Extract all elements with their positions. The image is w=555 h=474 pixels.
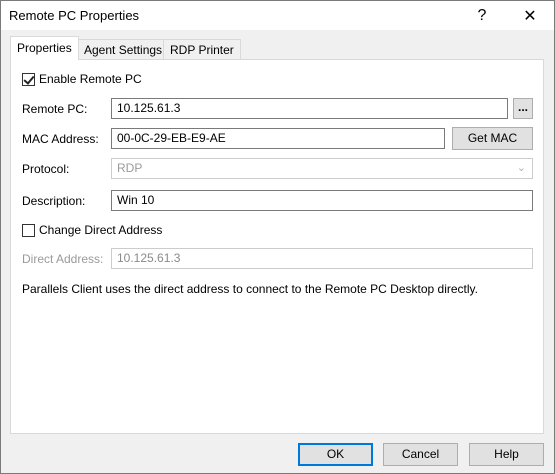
title-bar[interactable]: Remote PC Properties ? ✕ xyxy=(1,1,554,30)
enable-remote-pc-row[interactable]: Enable Remote PC xyxy=(22,72,142,86)
close-icon[interactable]: ✕ xyxy=(507,1,553,30)
protocol-value: RDP xyxy=(117,161,143,175)
tab-agent-settings[interactable]: Agent Settings xyxy=(77,39,170,59)
direct-address-info-text: Parallels Client uses the direct address… xyxy=(22,282,478,296)
cancel-button[interactable]: Cancel xyxy=(383,443,458,466)
get-mac-button[interactable]: Get MAC xyxy=(452,127,533,150)
change-direct-address-label: Change Direct Address xyxy=(39,223,163,237)
tab-properties[interactable]: Properties xyxy=(10,36,79,60)
description-label: Description: xyxy=(22,194,86,208)
remote-pc-input[interactable]: 10.125.61.3 xyxy=(111,98,508,119)
chevron-down-icon: ⌄ xyxy=(516,162,526,174)
help-button[interactable]: Help xyxy=(469,443,544,466)
direct-address-label: Direct Address: xyxy=(22,252,104,266)
enable-remote-pc-checkbox[interactable] xyxy=(22,72,35,86)
protocol-select: RDP ⌄ xyxy=(111,158,533,179)
browse-button[interactable]: ... xyxy=(513,98,533,119)
dialog-window: Remote PC Properties ? ✕ Properties Agen… xyxy=(0,0,555,474)
change-direct-address-checkbox[interactable] xyxy=(22,223,35,237)
ok-button[interactable]: OK xyxy=(298,443,373,466)
remote-pc-label: Remote PC: xyxy=(22,102,88,116)
mac-address-input[interactable]: 00-0C-29-EB-E9-AE xyxy=(111,128,445,149)
help-icon[interactable]: ? xyxy=(459,1,505,30)
description-input[interactable]: Win 10 xyxy=(111,190,533,211)
mac-address-label: MAC Address: xyxy=(22,132,99,146)
direct-address-input: 10.125.61.3 xyxy=(111,248,533,269)
properties-panel: Enable Remote PC Remote PC: 10.125.61.3 … xyxy=(10,59,544,434)
tab-rdp-printer[interactable]: RDP Printer xyxy=(163,39,241,59)
protocol-label: Protocol: xyxy=(22,162,70,176)
enable-remote-pc-label: Enable Remote PC xyxy=(39,72,142,86)
change-direct-address-row[interactable]: Change Direct Address xyxy=(22,223,162,237)
window-title: Remote PC Properties xyxy=(9,8,140,23)
